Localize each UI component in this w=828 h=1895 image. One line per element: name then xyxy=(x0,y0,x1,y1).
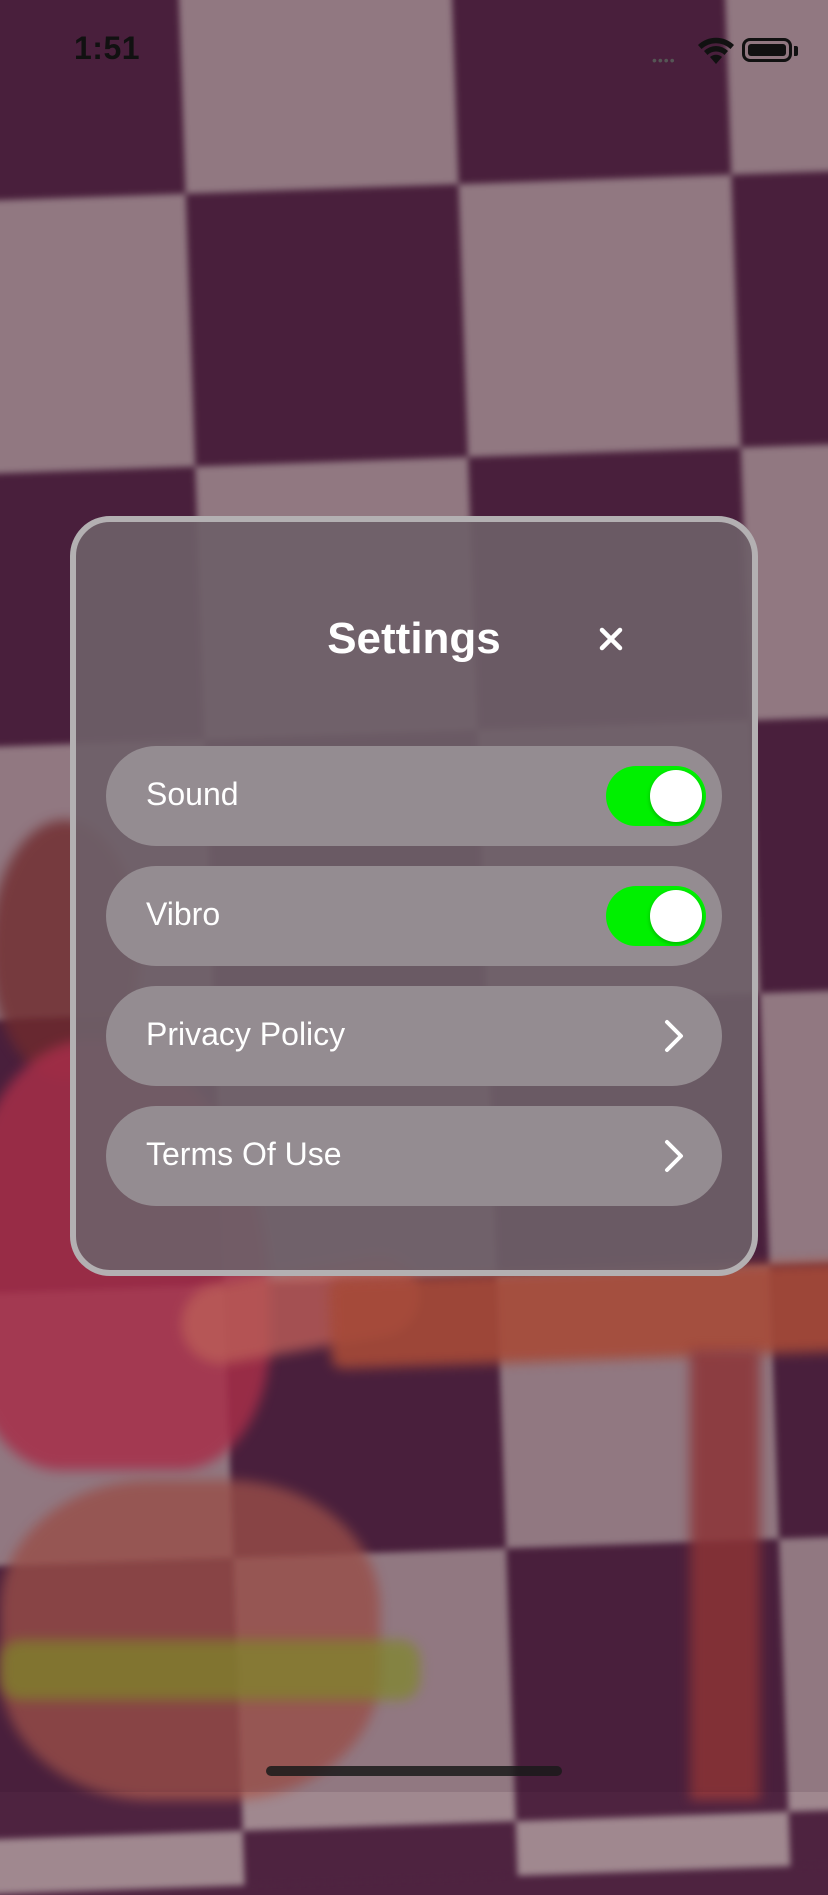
sound-toggle[interactable] xyxy=(606,766,706,826)
home-indicator[interactable] xyxy=(266,1766,562,1776)
row-label-privacy-policy: Privacy Policy xyxy=(146,1016,346,1052)
close-icon[interactable] xyxy=(594,622,628,656)
battery-tip xyxy=(794,46,798,56)
settings-row-terms-of-use[interactable]: Terms Of Use xyxy=(106,1106,722,1206)
battery-level xyxy=(748,44,786,56)
row-label-sound: Sound xyxy=(146,776,239,812)
settings-row-sound[interactable]: Sound xyxy=(106,746,722,846)
row-label-vibro: Vibro xyxy=(146,896,221,932)
status-time: 1:51 xyxy=(74,30,141,66)
status-bar: 1:51 •••• xyxy=(0,0,828,100)
settings-row-privacy-policy[interactable]: Privacy Policy xyxy=(106,986,722,1086)
toggle-knob xyxy=(650,770,702,822)
toggle-knob xyxy=(650,890,702,942)
settings-row-vibro[interactable]: Vibro xyxy=(106,866,722,966)
chevron-right-icon xyxy=(665,1020,683,1052)
chevron-right-icon xyxy=(665,1140,683,1172)
battery-icon xyxy=(742,38,792,62)
settings-modal: Settings Sound Vibro Privacy Policy Term… xyxy=(70,516,758,1276)
cellular-signal-icon: •••• xyxy=(652,52,676,68)
modal-title: Settings xyxy=(327,614,501,663)
row-label-terms-of-use: Terms Of Use xyxy=(146,1136,342,1172)
wifi-icon xyxy=(698,37,734,64)
vibro-toggle[interactable] xyxy=(606,886,706,946)
